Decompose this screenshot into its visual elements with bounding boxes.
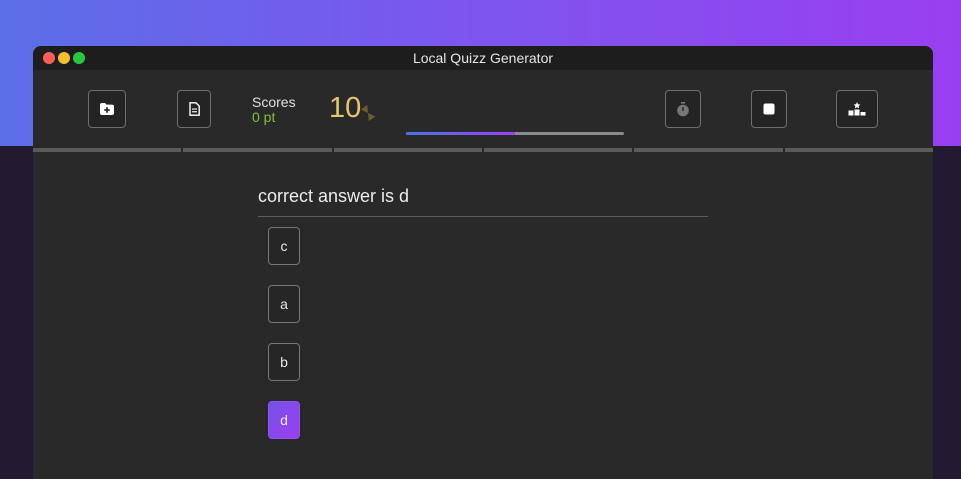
window-title: Local Quizz Generator [412,50,554,66]
scores-value: 0 pt [252,109,276,125]
stopwatch-button[interactable] [665,90,701,128]
hourglass-icon [360,105,376,121]
title-bar: Local Quizz Generator [33,46,933,70]
podium-icon [848,102,866,116]
toolbar: Scores 0 pt 10 [33,70,933,148]
document-button[interactable] [177,90,211,128]
progress-segment [634,148,785,152]
close-window-button[interactable] [43,52,55,64]
answer-option-d[interactable]: d [268,401,300,439]
answer-option-c[interactable]: c [268,227,300,265]
document-icon [188,102,200,116]
question-text: correct answer is d [258,186,708,217]
scores-panel: Scores 0 pt [252,95,296,124]
timer-value: 10 [329,92,362,124]
minimize-window-button[interactable] [58,52,70,64]
progress-segment [333,148,484,152]
window-controls [43,52,85,64]
progress-segment [33,148,184,152]
leaderboard-button[interactable] [836,90,878,128]
answer-list: c a b d [268,227,708,439]
stop-icon [763,103,775,115]
time-progress-fill [406,132,515,135]
progress-segment [183,148,334,152]
answer-option-a[interactable]: a [268,285,300,323]
question-progress-segments [33,148,933,153]
open-folder-button[interactable] [88,90,126,128]
time-progress-bar [406,132,624,135]
folder-plus-icon [100,103,114,115]
progress-segment [483,148,635,152]
progress-segment [784,148,933,152]
stop-button[interactable] [751,90,787,128]
scores-label: Scores [252,94,296,110]
answer-option-b[interactable]: b [268,343,300,381]
zoom-window-button[interactable] [73,52,85,64]
quiz-content: correct answer is d c a b d [258,186,708,459]
app-window: Local Quizz Generator Scores 0 pt 10 cor… [33,46,933,479]
stopwatch-icon [677,101,689,116]
